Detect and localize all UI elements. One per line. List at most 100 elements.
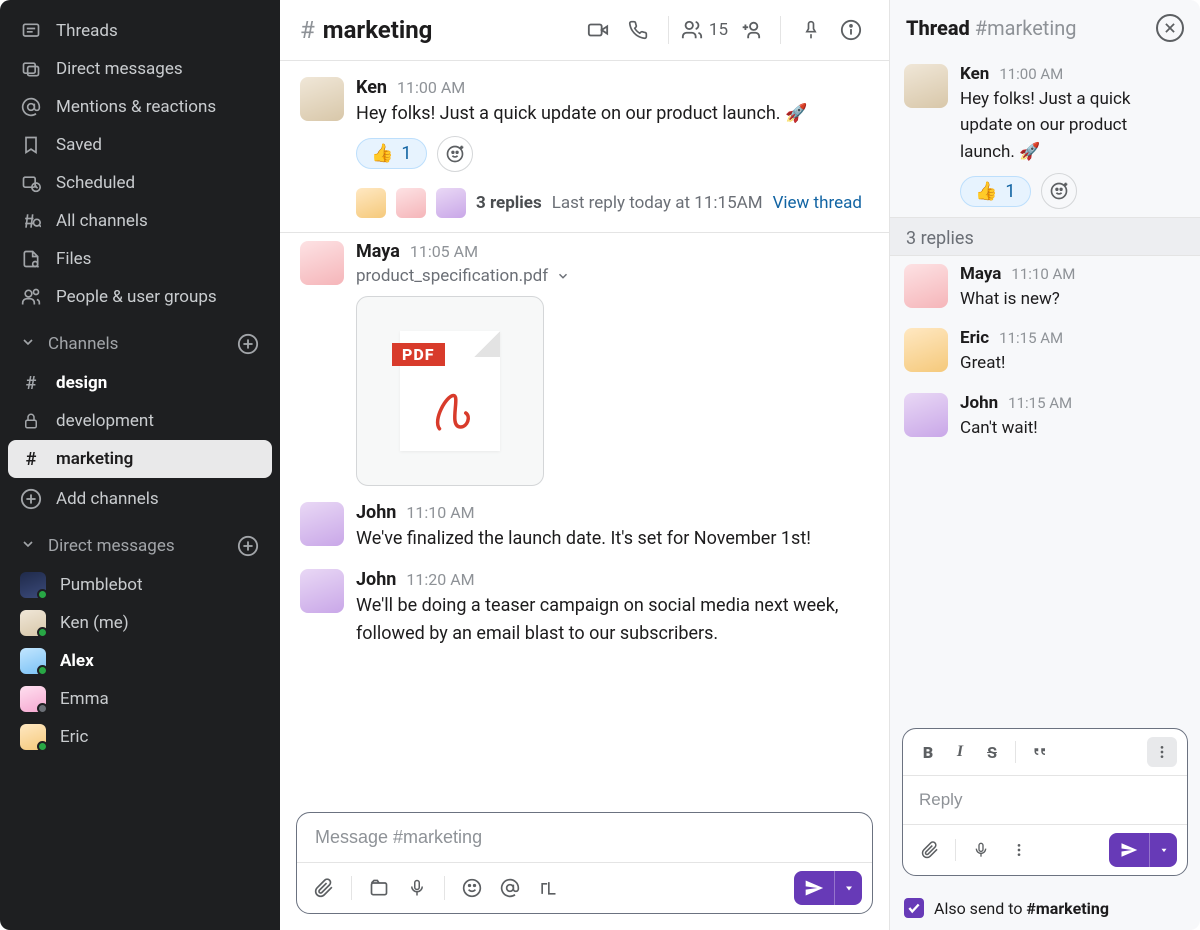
dm-name: Alex	[60, 651, 94, 671]
avatar	[356, 188, 386, 218]
channel-name: design	[56, 373, 107, 393]
avatar	[904, 393, 948, 437]
message-text: Can't wait!	[960, 415, 1186, 441]
thread-summary[interactable]: 3 repliesLast reply today at 11:15AMView…	[280, 180, 889, 233]
member-count-value: 15	[709, 20, 728, 40]
message: Ken11:00 AMHey folks! Just a quick updat…	[280, 69, 889, 180]
channels-section-header[interactable]: Channels	[8, 318, 272, 362]
attach-file-button[interactable]	[307, 871, 341, 905]
sidebar-nav-label: Files	[56, 249, 91, 269]
reaction-emoji: 👍	[975, 181, 997, 202]
channel-item-design[interactable]: #design	[8, 364, 272, 402]
channels-header-label: Channels	[48, 334, 118, 354]
italic-button[interactable]: I	[945, 737, 975, 767]
messages-list: Ken11:00 AMHey folks! Just a quick updat…	[280, 61, 889, 812]
people-icon	[20, 286, 42, 308]
quote-button[interactable]	[1024, 737, 1054, 767]
thread-reply: Eric11:15 AMGreat!	[890, 320, 1200, 384]
message-time: 11:10 AM	[406, 503, 474, 522]
channel-title[interactable]: # marketing	[300, 16, 432, 44]
strike-button[interactable]: S	[977, 737, 1007, 767]
channel-item-development[interactable]: development	[8, 402, 272, 440]
sidebar-nav-allchan[interactable]: All channels	[8, 202, 272, 240]
sidebar-nav-scheduled[interactable]: Scheduled	[8, 164, 272, 202]
thread-audio-button[interactable]	[964, 833, 998, 867]
avatar	[436, 188, 466, 218]
also-send-checkbox[interactable]	[904, 898, 924, 918]
sidebar-nav-saved[interactable]: Saved	[8, 126, 272, 164]
sidebar-nav-mentions[interactable]: Mentions & reactions	[8, 88, 272, 126]
also-send-label: Also send to	[934, 899, 1026, 918]
attachment-preview[interactable]: PDF	[356, 296, 544, 486]
message-input[interactable]	[315, 827, 854, 848]
reaction-pill[interactable]: 👍1	[356, 138, 427, 169]
info-button[interactable]	[833, 12, 869, 48]
add-channel-section-icon[interactable]	[236, 332, 260, 356]
message-time: 11:20 AM	[406, 570, 474, 589]
formatting-button[interactable]	[531, 871, 565, 905]
dm-item-pumblebot[interactable]: Pumblebot	[8, 566, 272, 604]
message-author: John	[960, 393, 998, 413]
thread-more-button[interactable]	[1002, 833, 1036, 867]
message-time: 11:00 AM	[999, 65, 1063, 83]
dm-item-eric[interactable]: Eric	[8, 718, 272, 756]
sidebar-nav-threads[interactable]: Threads	[8, 12, 272, 50]
add-reaction-button[interactable]	[437, 136, 473, 172]
avatar	[396, 188, 426, 218]
add-people-button[interactable]	[732, 12, 768, 48]
dm-item-alex[interactable]: Alex	[8, 642, 272, 680]
sidebar-nav-files[interactable]: Files	[8, 240, 272, 278]
thread-attach-button[interactable]	[913, 833, 947, 867]
record-video-button[interactable]	[362, 871, 396, 905]
message: John11:10 AMWe've finalized the launch d…	[280, 494, 889, 561]
mention-button[interactable]	[493, 871, 527, 905]
add-dm-icon[interactable]	[236, 534, 260, 558]
message-text: We've finalized the launch date. It's se…	[356, 525, 869, 553]
dms-section-header[interactable]: Direct messages	[8, 520, 272, 564]
pin-button[interactable]	[793, 12, 829, 48]
send-button-group	[794, 871, 862, 905]
channel-item-marketing[interactable]: # marketing	[8, 440, 272, 478]
also-send-row[interactable]: Also send to #marketing	[890, 886, 1200, 930]
record-audio-button[interactable]	[400, 871, 434, 905]
reaction-pill[interactable]: 👍 1	[960, 176, 1031, 207]
dm-icon	[20, 58, 42, 80]
thread-reply-count: 3 replies	[476, 193, 542, 213]
message-text: Hey folks! Just a quick update on our pr…	[960, 86, 1186, 165]
dm-item-kenme[interactable]: Ken (me)	[8, 604, 272, 642]
view-thread-link[interactable]: View thread	[773, 193, 862, 213]
message-text: Great!	[960, 350, 1186, 376]
audio-call-button[interactable]	[620, 12, 656, 48]
sidebar-nav-label: Mentions & reactions	[56, 97, 216, 117]
thread-send-button[interactable]	[1109, 833, 1149, 867]
send-options-button[interactable]	[834, 871, 862, 905]
saved-icon	[20, 134, 42, 156]
video-call-button[interactable]	[580, 12, 616, 48]
add-reaction-button[interactable]	[1041, 173, 1077, 209]
bold-button[interactable]: B	[913, 737, 943, 767]
close-thread-button[interactable]	[1156, 14, 1184, 42]
message-author: Maya	[356, 241, 400, 262]
member-count[interactable]: 15	[681, 19, 728, 41]
lock-icon	[20, 410, 42, 432]
presence-indicator	[37, 703, 48, 714]
avatar	[904, 264, 948, 308]
thread-send-options-button[interactable]	[1149, 833, 1177, 867]
hash-icon: #	[300, 16, 315, 44]
format-more-button[interactable]	[1147, 737, 1177, 767]
presence-indicator	[37, 589, 48, 600]
hash-icon: #	[20, 448, 42, 470]
sidebar: ThreadsDirect messagesMentions & reactio…	[0, 0, 280, 930]
attachment-name[interactable]: product_specification.pdf	[356, 266, 869, 286]
emoji-button[interactable]	[455, 871, 489, 905]
message-text: What is new?	[960, 286, 1186, 312]
sidebar-nav-dm[interactable]: Direct messages	[8, 50, 272, 88]
add-channels-item[interactable]: Add channels	[8, 480, 272, 518]
scheduled-icon	[20, 172, 42, 194]
dm-item-emma[interactable]: Emma	[8, 680, 272, 718]
thread-composer: B I S	[902, 728, 1188, 876]
send-button[interactable]	[794, 871, 834, 905]
thread-reply-input[interactable]	[919, 790, 1171, 810]
sidebar-nav-people[interactable]: People & user groups	[8, 278, 272, 316]
channel-name: marketing	[56, 449, 133, 469]
